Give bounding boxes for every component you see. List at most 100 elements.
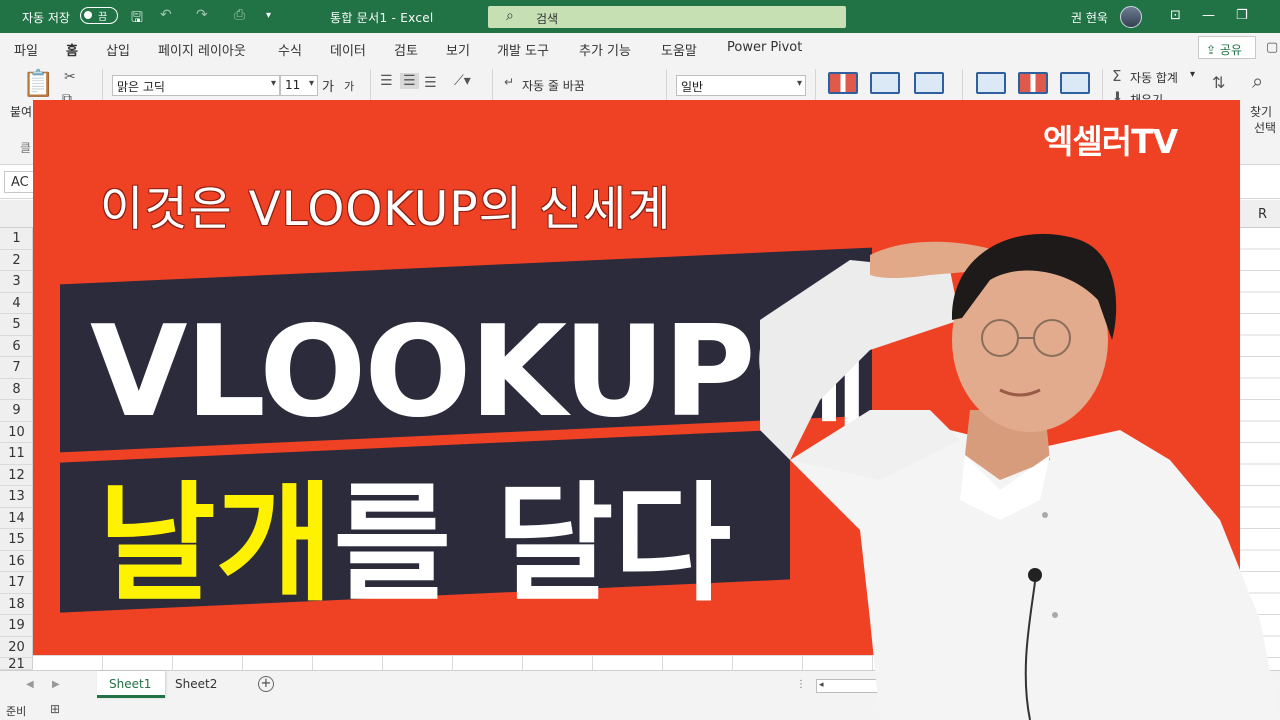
row-header[interactable]: 21 [0, 658, 33, 672]
row-header[interactable]: 7 [0, 357, 33, 379]
tab-add-ins[interactable]: 추가 기능 [579, 40, 631, 59]
row-header[interactable]: 2 [0, 250, 33, 271]
subtitle: 이것은 VLOOKUP의 신세계 [100, 182, 672, 237]
select-button[interactable]: 선택 [1254, 119, 1276, 136]
tab-review[interactable]: 검토 [394, 40, 418, 59]
tab-home[interactable]: 홈 [64, 40, 80, 66]
row-header[interactable]: 1 [0, 228, 33, 250]
channel-logo: 엑셀러TV [1043, 122, 1178, 161]
align-bottom-icon[interactable]: ☰ [424, 75, 437, 91]
font-size-select[interactable]: 11 ▾ [280, 75, 318, 96]
sort-filter-icon[interactable]: ⇅ [1212, 73, 1225, 92]
tab-sheet2[interactable]: Sheet2 [163, 671, 229, 698]
share-button[interactable]: ⇪ 공유 [1198, 36, 1256, 59]
presenter-image [760, 233, 1280, 720]
prev-sheet-icon[interactable]: ◀ [26, 679, 34, 690]
user-name[interactable]: 권 현욱 [1071, 9, 1108, 26]
wrap-text-icon[interactable]: ↵ [504, 75, 514, 89]
save-icon[interactable]: 🖫 [131, 7, 143, 31]
tab-insert[interactable]: 삽입 [106, 40, 130, 59]
ribbon-tabs: 파일 홈 삽입 페이지 레이아웃 수식 데이터 검토 보기 개발 도구 추가 기… [0, 33, 1280, 66]
tab-file[interactable]: 파일 [14, 40, 38, 59]
tab-data[interactable]: 데이터 [330, 40, 366, 59]
quick-print-icon[interactable]: ⎙ [234, 7, 245, 23]
tab-sheet1[interactable]: Sheet1 [97, 671, 165, 698]
insert-cells-icon[interactable] [976, 72, 1006, 94]
delete-cells-icon[interactable] [1018, 72, 1048, 94]
search-icon: ⌕ [506, 8, 514, 24]
number-format-select[interactable]: 일반 ▾ [676, 75, 806, 96]
autosave-state: 끔 [98, 12, 108, 23]
redo-icon[interactable]: ↷ [196, 7, 208, 23]
row-header[interactable]: 4 [0, 293, 33, 314]
autosave-toggle[interactable]: 끔 [80, 7, 118, 24]
sigma-icon[interactable]: Σ [1112, 67, 1121, 85]
chevron-down-icon: ▾ [796, 78, 802, 89]
chevron-down-icon[interactable]: ▾ [1190, 69, 1195, 80]
tab-page-layout[interactable]: 페이지 레이아웃 [158, 40, 246, 59]
add-sheet-button[interactable]: + [258, 676, 274, 692]
font-name-value: 맑은 고딕 [117, 80, 165, 94]
row-header[interactable]: 18 [0, 594, 33, 615]
row-header[interactable]: 14 [0, 508, 33, 529]
wrap-text-button[interactable]: 자동 줄 바꿈 [522, 77, 585, 94]
paste-icon[interactable]: 📋 [22, 69, 54, 99]
cell-styles-icon[interactable] [914, 72, 944, 94]
title-bar: 자동 저장 끔 🖫 ↶ ↷ ⎙ ▾ 통합 문서1 - Excel ⌕ 검색 권 … [0, 0, 1280, 33]
find-icon[interactable]: ⌕ [1252, 69, 1263, 93]
tab-view[interactable]: 보기 [446, 40, 470, 59]
font-name-select[interactable]: 맑은 고딕 ▾ [112, 75, 280, 96]
avatar[interactable] [1120, 6, 1142, 28]
paste-label[interactable]: 붙여 [10, 103, 32, 120]
document-title: 통합 문서1 - Excel [330, 11, 434, 25]
decrease-font-button[interactable]: 가 [344, 78, 354, 94]
search-placeholder: 검색 [536, 12, 559, 26]
customize-toolbar-icon[interactable]: ▾ [266, 10, 271, 21]
chevron-down-icon: ▾ [270, 78, 276, 89]
orientation-icon[interactable]: ⟋▾ [454, 73, 471, 89]
row-headers: 1 2 3 4 5 6 7 8 9 10 11 12 13 14 15 16 1… [0, 228, 33, 672]
search-input[interactable]: ⌕ 검색 [488, 6, 846, 28]
row-header[interactable]: 16 [0, 551, 33, 572]
row-header[interactable]: 17 [0, 572, 33, 594]
ribbon-display-icon[interactable]: ⊡ [1170, 8, 1181, 23]
row-header[interactable]: 5 [0, 314, 33, 336]
row-header[interactable]: 8 [0, 379, 33, 400]
row-header[interactable]: 11 [0, 443, 33, 465]
row-header[interactable]: 12 [0, 465, 33, 486]
conditional-format-icon[interactable] [828, 72, 858, 94]
row-header[interactable]: 3 [0, 271, 33, 293]
tab-developer[interactable]: 개발 도구 [497, 40, 549, 59]
row-header[interactable]: 19 [0, 615, 33, 637]
restore-icon[interactable]: ❐ [1236, 8, 1248, 23]
headline-highlight: 날개 [98, 470, 334, 619]
tab-power-pivot[interactable]: Power Pivot [727, 40, 802, 55]
find-button[interactable]: 찾기 [1250, 103, 1272, 120]
autosave-label: 자동 저장 [22, 11, 70, 25]
row-header[interactable]: 9 [0, 400, 33, 422]
autosum-button[interactable]: 자동 합계 [1130, 69, 1178, 86]
undo-icon[interactable]: ↶ [160, 7, 172, 23]
row-header[interactable]: 15 [0, 529, 33, 551]
ribbon-overflow-icon[interactable]: ▢ [1266, 40, 1278, 55]
format-cells-icon[interactable] [1060, 72, 1090, 94]
clipboard-group-label: 클 [20, 141, 32, 155]
number-format-value: 일반 [681, 80, 704, 94]
row-header[interactable]: 10 [0, 422, 33, 443]
row-header[interactable]: 13 [0, 486, 33, 508]
share-label: 공유 [1219, 43, 1242, 57]
next-sheet-icon[interactable]: ▶ [52, 679, 60, 690]
format-as-table-icon[interactable] [870, 72, 900, 94]
row-header[interactable]: 20 [0, 637, 33, 658]
headline-line2: 날개를 달다 [98, 440, 731, 625]
row-header[interactable]: 6 [0, 336, 33, 357]
align-top-icon[interactable]: ☰ [380, 73, 393, 89]
tab-formulas[interactable]: 수식 [278, 40, 302, 59]
align-middle-icon[interactable]: ☰ [400, 73, 419, 89]
cut-icon[interactable]: ✂ [64, 69, 76, 85]
font-size-value: 11 [285, 78, 301, 92]
minimize-icon[interactable]: — [1202, 8, 1215, 23]
increase-font-button[interactable]: 가 [322, 76, 334, 95]
accessibility-icon[interactable]: ⊞ [50, 702, 60, 716]
tab-help[interactable]: 도움말 [661, 40, 697, 59]
